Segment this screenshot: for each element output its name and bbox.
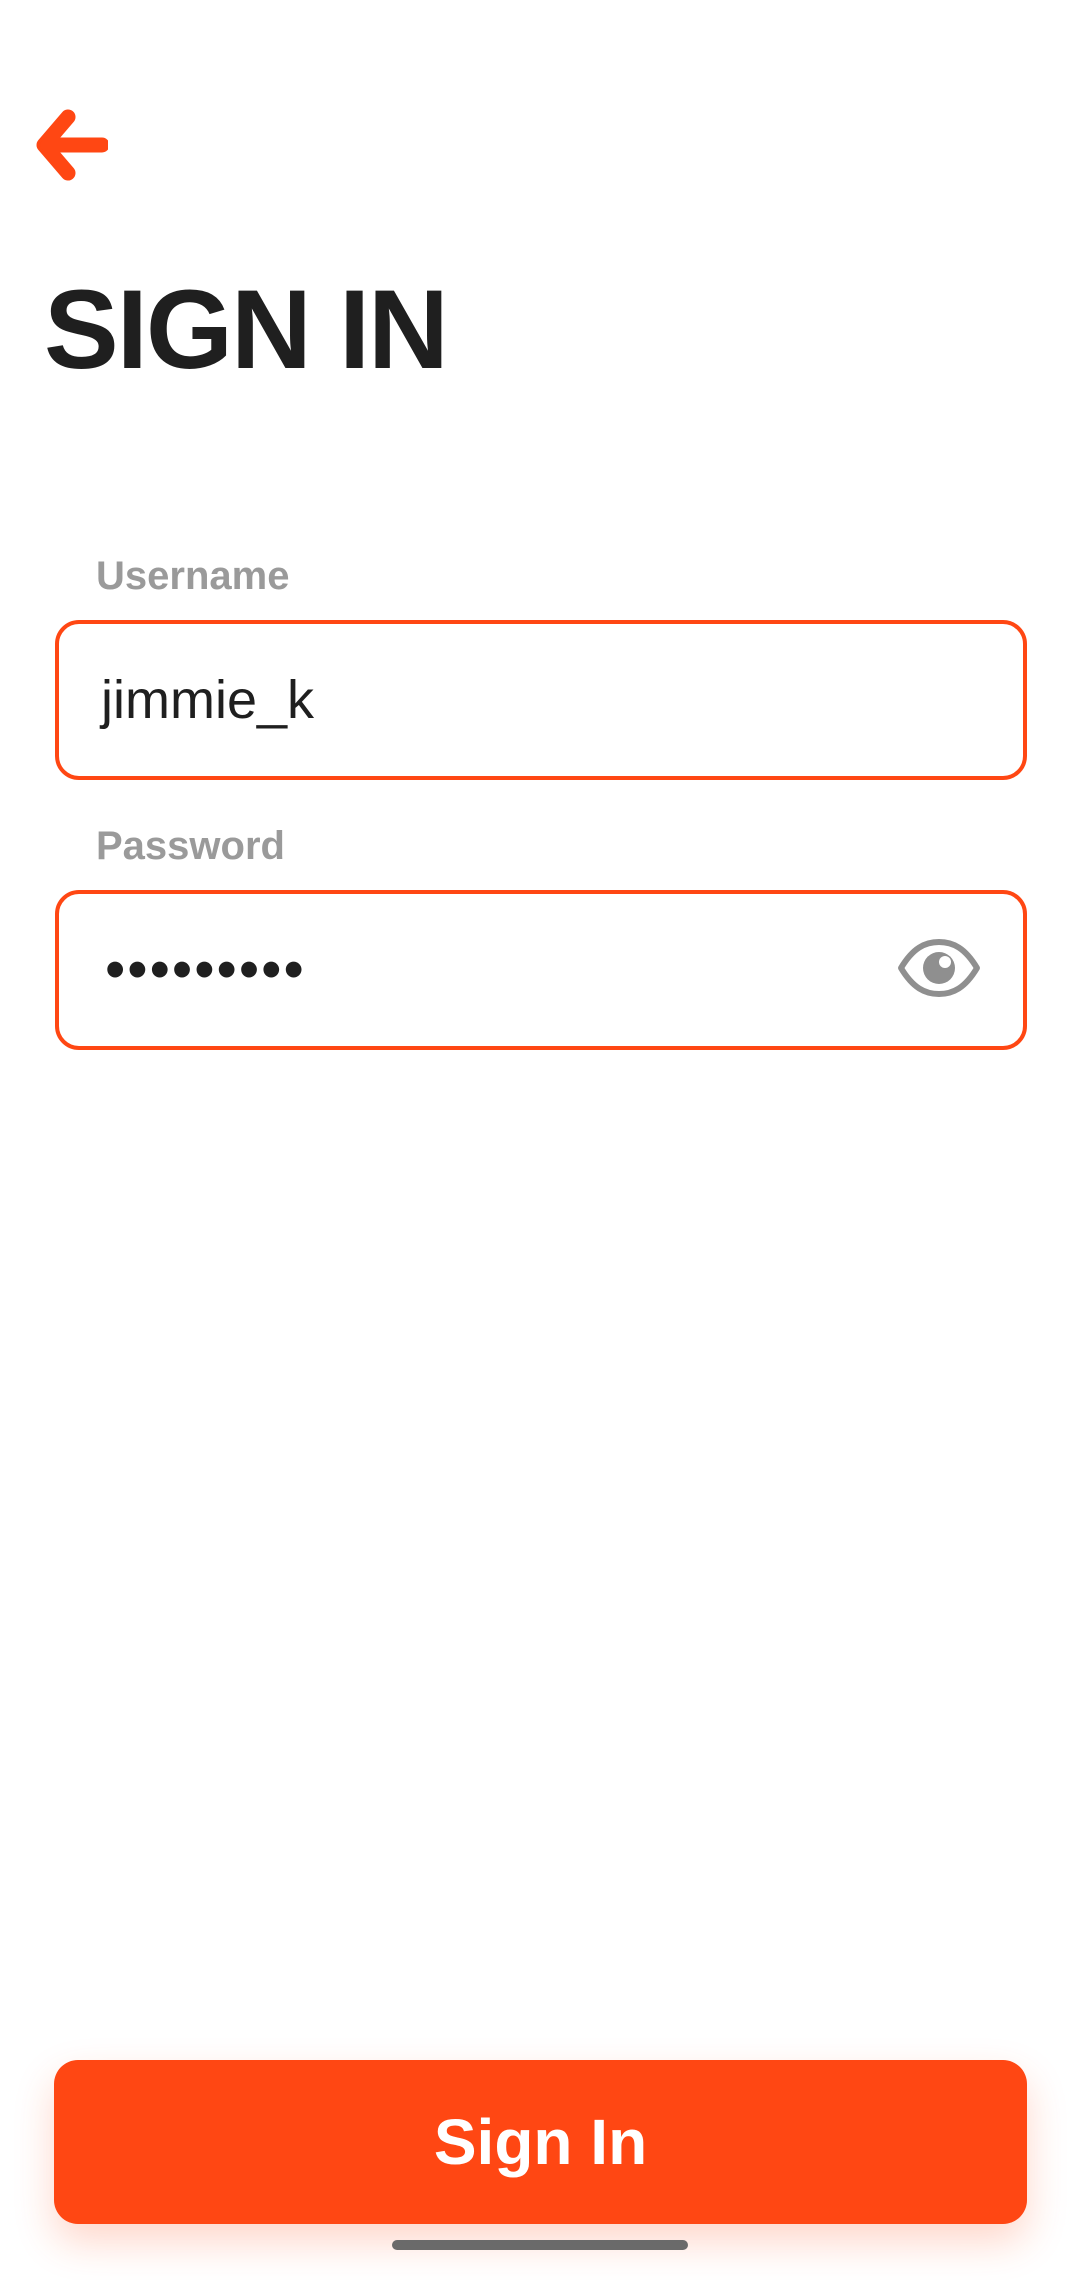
back-button[interactable] — [36, 100, 126, 190]
password-field[interactable]: ••••••••• — [55, 890, 1027, 1050]
sign-in-button[interactable]: Sign In — [54, 2060, 1027, 2224]
home-indicator[interactable] — [392, 2240, 688, 2250]
username-label: Username — [96, 554, 290, 598]
username-value: jimmie_k — [101, 670, 315, 730]
password-label: Password — [96, 824, 285, 868]
show-password-button[interactable] — [897, 938, 981, 1003]
page-title: SIGN IN — [44, 267, 449, 392]
arrow-left-icon — [36, 107, 108, 183]
eye-icon — [897, 938, 981, 1003]
password-value: ••••••••• — [105, 937, 306, 1002]
username-field[interactable]: jimmie_k — [55, 620, 1027, 780]
sign-in-screen: SIGN IN Username jimmie_k Password •••••… — [0, 0, 1080, 2280]
